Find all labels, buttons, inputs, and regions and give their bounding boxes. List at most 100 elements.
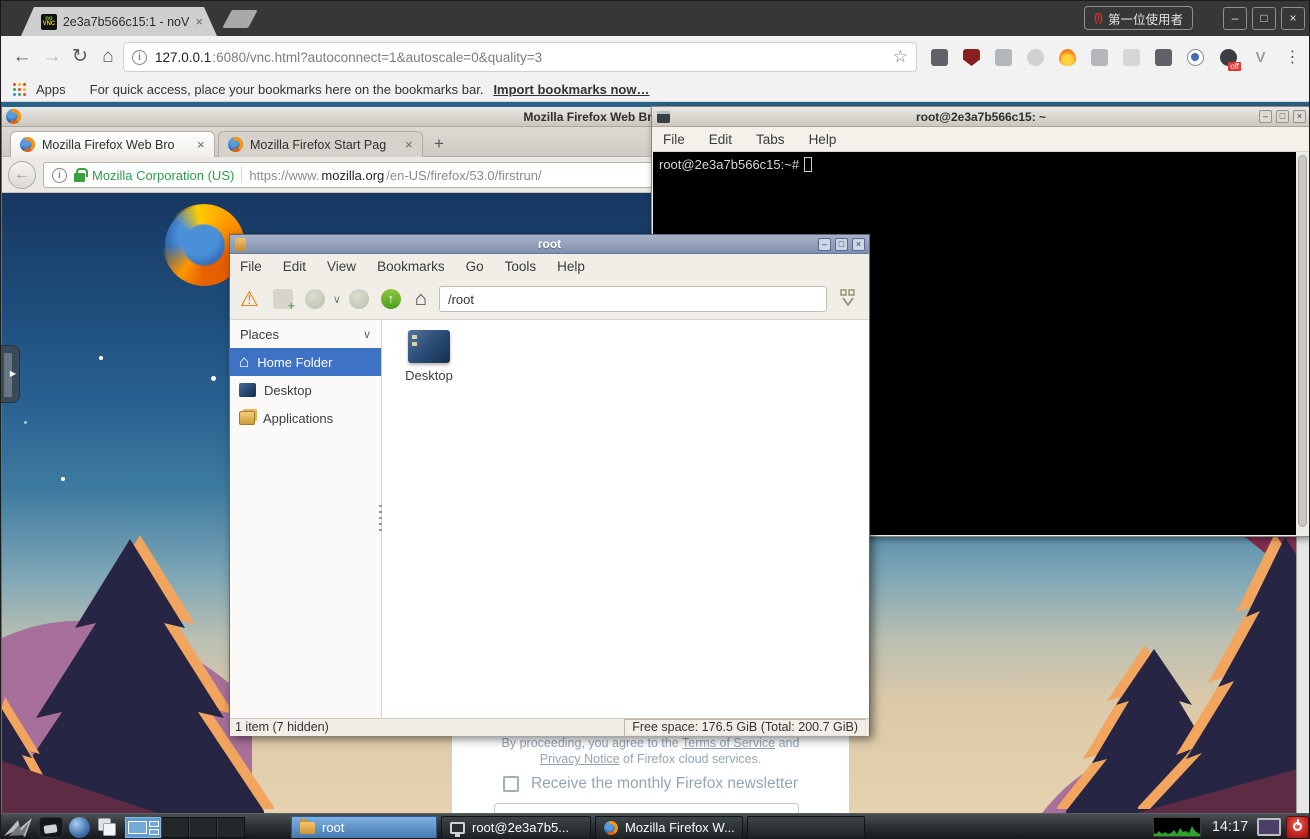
workspace-4[interactable] [217, 817, 245, 838]
menu-bookmarks[interactable]: Bookmarks [377, 259, 445, 274]
side-pane-icon[interactable] [839, 289, 857, 309]
vimium-icon[interactable]: V [1252, 49, 1269, 66]
terms-of-service-link[interactable]: Terms of Service [682, 736, 775, 750]
file-manager-titlebar[interactable]: root – □ × [230, 235, 869, 254]
home-icon[interactable]: ⌂ [95, 36, 121, 78]
file-list-area[interactable]: Desktop [382, 320, 869, 718]
menu-file[interactable]: File [663, 132, 685, 147]
bookmark-star-icon[interactable]: ☆ [893, 47, 908, 67]
apps-label[interactable]: Apps [36, 82, 66, 97]
workspace-2[interactable] [161, 817, 189, 838]
firefox-tab-start-page[interactable]: Mozilla Firefox Start Pag × [218, 131, 423, 157]
back-icon[interactable] [305, 289, 325, 309]
scrollbar-thumb[interactable] [1298, 155, 1307, 527]
forward-icon[interactable]: → [39, 36, 65, 78]
chrome-tab-novnc[interactable]: noVNC 2e3a7b566c15:1 - noVNC × [21, 7, 217, 36]
chrome-menu-icon[interactable]: ⋮ [1284, 49, 1301, 66]
ublock-shield-icon[interactable] [963, 49, 980, 66]
extension-puzzle-icon[interactable] [1091, 49, 1108, 66]
menu-help[interactable]: Help [809, 132, 837, 147]
file-manager-launcher-icon[interactable] [98, 817, 120, 838]
extension-puzzle-icon[interactable] [995, 49, 1012, 66]
import-bookmarks-link[interactable]: Import bookmarks now… [493, 82, 649, 97]
chrome-toolbar: ← → ↻ ⌂ i 127.0.0.1 :6080/vnc.html?autoc… [1, 36, 1310, 78]
minimize-button[interactable]: – [818, 238, 831, 251]
privacy-notice-link[interactable]: Privacy Notice [540, 752, 620, 766]
lock-screen-icon[interactable] [1257, 818, 1281, 836]
screencast-off-icon[interactable]: off [1220, 49, 1237, 66]
extension-puzzle-icon[interactable] [1155, 49, 1172, 66]
extension-puzzle-icon[interactable] [1123, 49, 1140, 66]
place-desktop[interactable]: Desktop [230, 376, 381, 404]
home-icon[interactable]: ⌂ [415, 288, 427, 311]
minimize-button[interactable]: – [1259, 110, 1272, 123]
workspace-pager[interactable] [125, 817, 245, 838]
extension-atom-icon[interactable] [1027, 49, 1044, 66]
clock[interactable]: 14:17 [1205, 814, 1255, 839]
path-input[interactable] [439, 286, 827, 312]
flame-extension-icon[interactable] [1059, 49, 1076, 66]
menu-file[interactable]: File [240, 259, 262, 274]
new-tab-icon[interactable] [273, 289, 293, 309]
menu-go[interactable]: Go [466, 259, 484, 274]
maximize-button[interactable]: □ [1276, 110, 1289, 123]
star-dot [61, 477, 65, 481]
menu-tabs[interactable]: Tabs [756, 132, 785, 147]
tab-close-icon[interactable]: × [195, 15, 203, 28]
menu-edit[interactable]: Edit [709, 132, 732, 147]
power-button[interactable] [1286, 816, 1309, 839]
url-domain: mozilla.org [321, 168, 384, 183]
address-bar[interactable]: i 127.0.0.1 :6080/vnc.html?autoconnect=1… [123, 42, 917, 72]
lxde-menu-icon[interactable] [3, 817, 35, 838]
back-icon[interactable]: ← [9, 36, 35, 78]
extension-puzzle-icon[interactable] [931, 49, 948, 66]
reload-icon[interactable]: ↻ [67, 36, 93, 78]
up-directory-icon[interactable]: ↑ [381, 289, 401, 309]
file-manager-menubar: File Edit View Bookmarks Go Tools Help [230, 254, 869, 279]
menu-help[interactable]: Help [557, 259, 585, 274]
workspace-1-active[interactable] [125, 817, 161, 838]
task-root-filemanager[interactable]: root [291, 816, 437, 839]
chevron-down-icon[interactable]: ∨ [363, 328, 371, 341]
place-home-folder[interactable]: ⌂ Home Folder [230, 348, 381, 376]
tab-close-icon[interactable]: × [197, 138, 205, 151]
menu-edit[interactable]: Edit [283, 259, 306, 274]
chat-bubble-extension-icon[interactable] [1187, 49, 1204, 66]
terminal-scrollbar[interactable] [1296, 152, 1309, 535]
site-identity-label[interactable]: Mozilla Corporation (US) [92, 168, 234, 183]
profile-badge[interactable]: (!) 第一位使用者 [1084, 6, 1193, 30]
page-info-icon[interactable]: i [52, 168, 67, 183]
tab-close-icon[interactable]: × [405, 138, 413, 151]
menu-view[interactable]: View [327, 259, 356, 274]
email-input[interactable] [494, 803, 799, 813]
new-tab-button[interactable] [222, 10, 258, 28]
cpu-monitor-graph[interactable] [1153, 817, 1201, 837]
workspace-3[interactable] [189, 817, 217, 838]
task-terminal[interactable]: root@2e3a7b5... [441, 816, 591, 839]
chevron-down-icon[interactable]: ∨ [333, 293, 341, 306]
forward-icon[interactable] [349, 289, 369, 309]
page-info-icon[interactable]: i [132, 50, 147, 65]
task-firefox[interactable]: Mozilla Firefox W... [595, 816, 743, 839]
place-applications[interactable]: Applications [230, 404, 381, 432]
web-browser-globe-icon[interactable] [69, 817, 90, 838]
apps-grid-icon[interactable] [13, 83, 26, 96]
close-button[interactable]: × [1293, 110, 1306, 123]
newsletter-checkbox[interactable] [503, 776, 519, 792]
firefox-back-button[interactable]: ← [8, 161, 36, 189]
window-maximize-button[interactable]: □ [1252, 7, 1276, 30]
window-minimize-button[interactable]: – [1223, 7, 1247, 30]
url-rest: :6080/vnc.html?autoconnect=1&autoscale=0… [212, 50, 884, 65]
firefox-tab-web-browser[interactable]: Mozilla Firefox Web Bro × [10, 131, 215, 157]
places-header[interactable]: Places ∨ [230, 320, 381, 348]
show-desktop-icon[interactable] [39, 817, 63, 838]
terminal-titlebar[interactable]: root@2e3a7b566c15: ~ – □ × [652, 107, 1310, 127]
window-close-button[interactable]: × [1281, 7, 1305, 30]
close-button[interactable]: × [852, 238, 865, 251]
task-empty[interactable] [747, 816, 865, 839]
maximize-button[interactable]: □ [835, 238, 848, 251]
menu-tools[interactable]: Tools [505, 259, 537, 274]
desktop-folder-item[interactable]: Desktop [396, 330, 462, 383]
novnc-control-handle[interactable]: ▶ [1, 345, 20, 403]
firefox-new-tab-button[interactable]: + [426, 134, 452, 154]
